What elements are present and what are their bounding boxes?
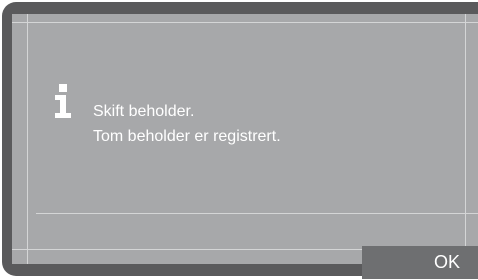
dialog-message: Skift beholder. Tom beholder er registre…: [93, 99, 281, 149]
frame-line-top: [12, 22, 478, 23]
info-icon: [55, 84, 71, 118]
ok-button[interactable]: OK: [362, 246, 478, 279]
message-line-2: Tom beholder er registrert.: [93, 128, 281, 145]
frame-line-left: [27, 14, 28, 264]
message-line-1: Skift beholder.: [93, 103, 195, 120]
button-bar-divider: [36, 213, 478, 214]
device-panel: Skift beholder. Tom beholder er registre…: [0, 0, 478, 280]
frame-line-right: [465, 14, 466, 264]
